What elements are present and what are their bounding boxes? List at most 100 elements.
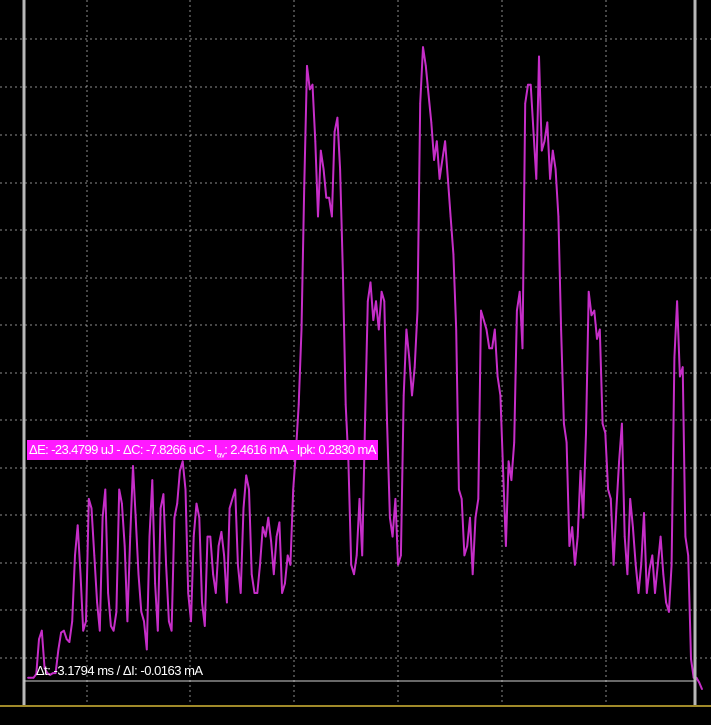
trace-point [698,681,701,684]
trace-point [40,629,43,632]
trace-point [585,432,587,434]
trace-point [79,573,82,576]
trace-point [574,563,576,566]
trace-point [632,526,634,528]
trace-point [217,545,220,547]
trace-point [140,611,143,613]
trace-point [424,65,427,67]
trace-point [234,488,237,491]
trace-point [579,469,582,472]
trace-point [289,563,292,566]
trace-point [466,545,469,547]
trace-point [447,178,449,180]
trace-point [281,592,283,594]
trace-point [563,422,565,425]
trace-point [132,465,134,467]
trace-point [98,629,101,632]
trace-point [427,93,430,95]
trace-point [165,563,168,566]
trace-point [245,474,248,477]
trace-point [134,516,137,519]
trace-point [68,641,71,643]
trace-point [377,328,380,331]
trace-point [480,309,482,312]
trace-point [284,582,286,585]
trace-point [107,592,109,594]
trace-point [557,215,560,218]
trace-point [402,394,405,397]
trace-point [471,573,474,576]
trace-point [170,629,173,632]
trace-point [355,554,358,557]
trace-point [615,507,618,510]
trace-point [538,55,540,58]
trace-point [201,601,203,604]
trace-point [145,648,148,651]
trace-point [596,338,598,340]
trace-point [297,403,300,406]
trace-point [336,116,339,119]
trace-point [65,638,68,641]
trace-point [609,498,612,500]
trace-point [687,554,690,557]
trace-point [590,314,593,317]
trace-point [681,366,684,368]
trace-point [469,516,471,519]
trace-point [648,568,651,571]
trace-point [554,168,557,171]
x-axis-tick-labels [0,707,711,725]
trace-point [325,196,328,199]
trace-point [422,46,424,48]
trace-point [137,573,140,576]
trace-point [604,432,607,434]
trace-point [668,611,670,613]
trace-point [63,629,65,632]
trace-point [123,545,126,547]
trace-point [521,347,524,350]
trace-point [438,178,441,180]
trace-point [156,629,159,632]
trace-point [29,676,32,679]
trace-point [237,563,239,566]
trace-point [607,488,609,491]
trace-point [645,592,648,594]
trace-point [242,507,245,510]
trace-point [342,272,344,274]
trace-point [168,620,170,623]
trace-point [184,488,187,491]
trace-point [701,688,703,690]
trace-point [637,592,640,594]
trace-point [551,149,554,152]
trace-point [518,290,521,293]
trace-point [319,149,322,152]
trace-point [460,498,463,500]
trace-point [275,535,278,538]
trace-point [121,502,123,505]
trace-point [300,328,303,331]
trace-point [413,366,416,368]
trace-point [272,573,275,576]
trace-point [347,460,350,463]
trace-point [656,563,659,566]
trace-point [203,625,206,627]
trace-point [206,535,209,538]
trace-point [317,215,319,218]
trace-point [549,178,551,180]
trace-point [383,300,386,303]
trace-point [612,563,615,566]
trace-point [430,121,433,124]
trace-point [676,300,678,303]
trace-point [593,309,596,312]
trace-point [640,563,643,566]
trace-point [333,130,336,133]
trace-point [292,488,295,491]
trace-point [303,187,306,190]
trace-point [496,375,499,378]
trace-point [441,159,444,161]
trace-point [87,498,90,500]
trace-point [488,347,491,350]
trace-point [228,507,231,510]
trace-point [214,592,217,594]
trace-point [452,253,455,256]
trace-point [571,526,574,528]
